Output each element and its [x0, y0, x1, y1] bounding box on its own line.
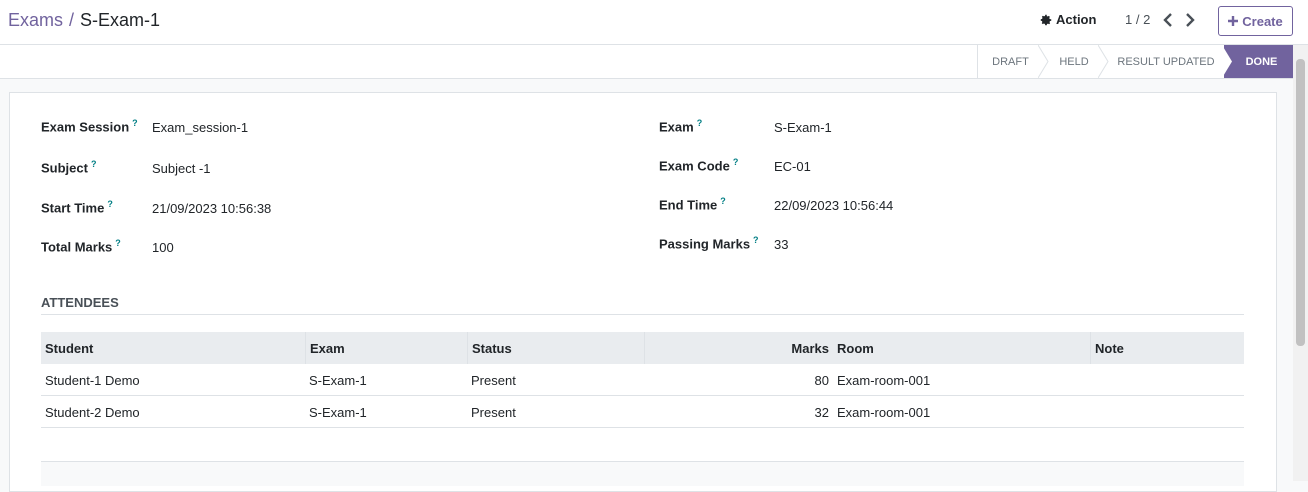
exam-session-field[interactable]: Exam_session-1	[152, 120, 248, 135]
control-panel: Exams / S-Exam-1 Action 1 / 2 Create	[0, 0, 1308, 45]
help-tooltip-icon[interactable]: ?	[720, 196, 726, 206]
passing-marks-label: Passing Marks?	[659, 235, 759, 252]
breadcrumb-parent-link[interactable]: Exams	[8, 10, 63, 30]
cell-note	[1090, 396, 1244, 428]
cell-status: Present	[471, 404, 516, 420]
exam-session-label: Exam Session?	[41, 118, 138, 135]
cell-note	[1090, 364, 1244, 396]
pager-value[interactable]: 1 / 2	[1125, 12, 1150, 27]
help-tooltip-icon[interactable]: ?	[107, 199, 113, 209]
gear-icon	[1040, 14, 1052, 25]
column-header-exam[interactable]: Exam	[305, 332, 467, 364]
cell-student: Student-2 Demo	[45, 404, 140, 420]
attendees-section-title: ATTENDEES	[41, 295, 119, 310]
end-time-field[interactable]: 22/09/2023 10:56:44	[774, 198, 893, 213]
stage-result-updated[interactable]: RESULT UPDATED	[1108, 45, 1224, 78]
start-time-field[interactable]: 21/09/2023 10:56:38	[152, 201, 271, 216]
subject-field[interactable]: Subject -1	[152, 161, 211, 176]
table-row[interactable]: Student-2 Demo S-Exam-1 Present 32 Exam-…	[41, 396, 1244, 428]
total-marks-field[interactable]: 100	[152, 240, 174, 255]
column-header-note[interactable]: Note	[1090, 332, 1244, 364]
help-tooltip-icon[interactable]: ?	[753, 235, 759, 245]
cell-marks: 32	[814, 404, 829, 420]
form-sheet	[9, 92, 1277, 492]
status-bar: DRAFT HELD RESULT UPDATED DONE	[0, 45, 1293, 79]
chevron-left-icon[interactable]	[1161, 12, 1175, 28]
stage-done[interactable]: DONE	[1224, 45, 1293, 78]
cell-room: Exam-room-001	[837, 404, 931, 420]
page-scrollbar[interactable]	[1293, 45, 1308, 481]
exam-field[interactable]: S-Exam-1	[774, 120, 832, 135]
help-tooltip-icon[interactable]: ?	[733, 157, 739, 167]
total-marks-label: Total Marks?	[41, 238, 121, 255]
start-time-label: Start Time?	[41, 199, 113, 216]
exam-label: Exam?	[659, 118, 703, 135]
create-button-label: Create	[1242, 13, 1283, 29]
chevron-right-icon[interactable]	[1183, 12, 1197, 28]
cell-marks: 80	[814, 372, 829, 388]
table-row[interactable]: Student-1 Demo S-Exam-1 Present 80 Exam-…	[41, 364, 1244, 396]
action-menu-button[interactable]: Action	[1040, 12, 1096, 27]
scrollbar-thumb[interactable]	[1296, 59, 1305, 346]
action-menu-label: Action	[1056, 12, 1097, 27]
cell-exam: S-Exam-1	[309, 372, 367, 388]
breadcrumb: Exams / S-Exam-1	[8, 10, 160, 31]
help-tooltip-icon[interactable]: ?	[115, 238, 121, 248]
column-header-marks[interactable]: Marks	[644, 332, 833, 364]
cell-student: Student-1 Demo	[45, 372, 140, 388]
help-tooltip-icon[interactable]: ?	[132, 118, 138, 128]
exam-code-label: Exam Code?	[659, 157, 739, 174]
stage-draft[interactable]: DRAFT	[977, 45, 1043, 78]
stage-held[interactable]: HELD	[1048, 45, 1100, 78]
column-header-student[interactable]: Student	[41, 332, 305, 364]
attendees-table-header: Student Exam Status Marks Room Note	[41, 332, 1244, 364]
stage-separator	[1222, 45, 1232, 78]
cell-exam: S-Exam-1	[309, 404, 367, 420]
create-button[interactable]: Create	[1218, 6, 1293, 36]
end-time-label: End Time?	[659, 196, 726, 213]
column-header-room[interactable]: Room	[833, 332, 1090, 364]
column-header-status[interactable]: Status	[467, 332, 644, 364]
cell-room: Exam-room-001	[837, 372, 931, 388]
breadcrumb-current: S-Exam-1	[80, 10, 161, 30]
exam-code-field[interactable]: EC-01	[774, 159, 811, 174]
passing-marks-field[interactable]: 33	[774, 237, 788, 252]
subject-label: Subject?	[41, 159, 97, 176]
cell-status: Present	[471, 372, 516, 388]
plus-icon	[1228, 16, 1239, 26]
table-footer	[41, 461, 1244, 486]
help-tooltip-icon[interactable]: ?	[697, 118, 703, 128]
section-divider	[41, 314, 1244, 315]
breadcrumb-separator: /	[69, 10, 75, 30]
help-tooltip-icon[interactable]: ?	[91, 159, 97, 169]
